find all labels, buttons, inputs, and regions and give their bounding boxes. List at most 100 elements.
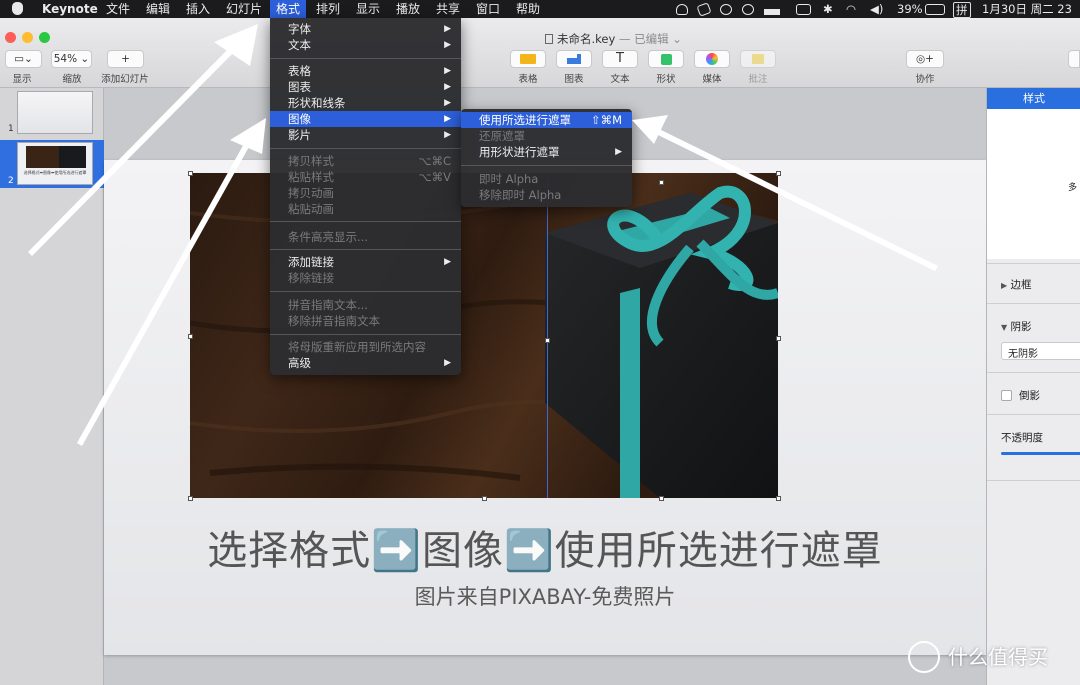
menu-file[interactable]: 文件 <box>100 0 136 18</box>
reflection-checkbox[interactable] <box>1001 390 1012 401</box>
menu-item-shapes-lines[interactable]: 形状和线条 ▶ <box>270 95 461 111</box>
menu-item-label: 移除即时 Alpha <box>479 188 562 202</box>
menu-item-reset-mask[interactable]: 还原遮罩 <box>461 128 632 144</box>
menu-bar: Keynote 文件 编辑 插入 幻灯片 格式 排列 显示 播放 共享 窗口 帮… <box>0 0 1080 18</box>
submenu-arrow-icon: ▶ <box>444 130 451 140</box>
resize-handle[interactable] <box>776 171 781 176</box>
divider <box>987 303 1080 304</box>
zoom-select[interactable]: 54% ⌄ <box>51 50 92 68</box>
divider <box>987 263 1080 264</box>
submenu-arrow-icon: ▶ <box>615 147 622 157</box>
clock[interactable]: 1月30日 周二 23 <box>982 0 1072 18</box>
comment-button[interactable] <box>740 50 776 68</box>
menu-item-remove-link[interactable]: 移除链接 <box>270 270 461 286</box>
menu-item-movie[interactable]: 影片 ▶ <box>270 127 461 143</box>
volume-icon[interactable]: ◀) <box>870 0 883 18</box>
resize-handle[interactable] <box>188 496 193 501</box>
menu-item-pinyin-guide[interactable]: 拼音指南文本... <box>270 297 461 313</box>
add-slide-button[interactable]: + <box>107 50 144 68</box>
menu-help[interactable]: 帮助 <box>510 0 546 18</box>
resize-handle[interactable] <box>482 496 487 501</box>
menu-item-mask-with-shape[interactable]: 用形状进行遮罩 ▶ <box>461 144 632 160</box>
shape-button[interactable] <box>648 50 684 68</box>
menu-item-copy-style[interactable]: 拷贝样式 ⌥⌘C <box>270 153 461 169</box>
menu-item-text[interactable]: 文本 ▶ <box>270 37 461 53</box>
resize-handle[interactable] <box>659 496 664 501</box>
view-button[interactable]: ▭⌄ <box>5 50 42 68</box>
tab-style[interactable]: 样式 <box>987 88 1080 109</box>
wifi-icon[interactable]: ◠ <box>846 0 856 18</box>
menu-item-label: 粘贴样式 <box>288 170 334 184</box>
shadow-select[interactable]: 无阴影 <box>1001 342 1080 360</box>
menu-slide[interactable]: 幻灯片 <box>220 0 268 18</box>
chart-button[interactable] <box>556 50 592 68</box>
menu-item-add-link[interactable]: 添加链接 ▶ <box>270 254 461 270</box>
zoom-window-button[interactable] <box>39 32 50 43</box>
menu-window[interactable]: 窗口 <box>470 0 506 18</box>
menu-format[interactable]: 格式 <box>270 0 307 18</box>
submenu-arrow-icon: ▶ <box>444 114 451 124</box>
disk-icon[interactable] <box>742 4 754 15</box>
menu-item-reapply-master[interactable]: 将母版重新应用到所选内容 <box>270 339 461 355</box>
menu-item-paste-animation[interactable]: 粘贴动画 <box>270 201 461 217</box>
menu-item-label: 高级 <box>288 356 311 370</box>
minimize-window-button[interactable] <box>22 32 33 43</box>
mountain-icon[interactable] <box>764 4 780 15</box>
resize-handle[interactable] <box>545 338 550 343</box>
menu-item-remove-instant-alpha[interactable]: 移除即时 Alpha <box>461 187 632 203</box>
menu-item-instant-alpha[interactable]: 即时 Alpha <box>461 171 632 187</box>
menu-item-font[interactable]: 字体 ▶ <box>270 21 461 37</box>
menu-item-paste-style[interactable]: 粘贴样式 ⌥⌘V <box>270 169 461 185</box>
slide-thumbnail-2[interactable]: 选择格式➡图像➡使用所选进行遮罩 <box>17 142 93 185</box>
preset-partial-text: 多 <box>1068 183 1078 193</box>
menu-view[interactable]: 显示 <box>350 0 386 18</box>
ime-indicator[interactable]: 拼 <box>953 2 971 18</box>
format-panel-button[interactable] <box>1068 50 1080 68</box>
sync-icon[interactable] <box>720 4 732 15</box>
border-section[interactable]: ▶ 边框 <box>1001 277 1032 292</box>
resize-handle[interactable] <box>188 334 193 339</box>
menu-item-chart[interactable]: 图表 ▶ <box>270 79 461 95</box>
send-icon[interactable] <box>696 2 712 17</box>
slide-thumbnail-1[interactable] <box>17 91 93 134</box>
resize-handle[interactable] <box>188 171 193 176</box>
notification-icon[interactable] <box>676 4 688 15</box>
close-window-button[interactable] <box>5 32 16 43</box>
battery-icon[interactable] <box>925 4 945 15</box>
collaborate-button[interactable]: ◎+ <box>906 50 944 68</box>
airplay-icon[interactable] <box>796 4 811 15</box>
opacity-slider[interactable] <box>1001 452 1080 455</box>
text-button[interactable]: T <box>602 50 638 68</box>
resize-handle[interactable] <box>659 180 664 185</box>
slide-subtitle[interactable]: 图片来自PIXABAY-免费照片 <box>104 581 986 611</box>
menu-item-copy-animation[interactable]: 拷贝动画 <box>270 185 461 201</box>
thumbnail-title: 选择格式➡图像➡使用所选进行遮罩 <box>23 170 87 175</box>
resize-handle[interactable] <box>776 336 781 341</box>
slide-navigator: 1 2 选择格式➡图像➡使用所选进行遮罩 <box>0 88 104 685</box>
menu-item-label: 字体 <box>288 22 311 36</box>
menu-item-label: 移除链接 <box>288 271 334 285</box>
menu-share[interactable]: 共享 <box>430 0 466 18</box>
menu-item-mask-with-selection[interactable]: 使用所选进行遮罩 ⇧⌘M <box>461 112 632 128</box>
menu-play[interactable]: 播放 <box>390 0 426 18</box>
shadow-section[interactable]: ▼ 阴影 <box>1001 319 1032 334</box>
menu-app-name[interactable]: Keynote <box>36 0 104 18</box>
apple-icon[interactable] <box>12 2 23 15</box>
slide-title[interactable]: 选择格式➡️图像➡️使用所选进行遮罩 <box>104 518 986 576</box>
menu-item-advanced[interactable]: 高级 ▶ <box>270 355 461 371</box>
menu-item-table[interactable]: 表格 ▶ <box>270 63 461 79</box>
menu-item-remove-pinyin[interactable]: 移除拼音指南文本 <box>270 313 461 329</box>
media-button[interactable] <box>694 50 730 68</box>
menu-item-label: 将母版重新应用到所选内容 <box>288 340 426 354</box>
menu-item-label: 即时 Alpha <box>479 172 539 186</box>
edited-status[interactable]: — 已编辑 ⌄ <box>619 32 682 46</box>
menu-arrange[interactable]: 排列 <box>310 0 346 18</box>
resize-handle[interactable] <box>776 496 781 501</box>
table-button[interactable] <box>510 50 546 68</box>
bluetooth-icon[interactable]: ✱ <box>823 0 833 18</box>
menu-item-image[interactable]: 图像 ▶ <box>270 111 461 127</box>
battery-percent: 39% <box>897 2 923 16</box>
menu-edit[interactable]: 编辑 <box>140 0 176 18</box>
menu-item-conditional-highlight[interactable]: 条件高亮显示... <box>270 229 461 245</box>
menu-insert[interactable]: 插入 <box>180 0 216 18</box>
